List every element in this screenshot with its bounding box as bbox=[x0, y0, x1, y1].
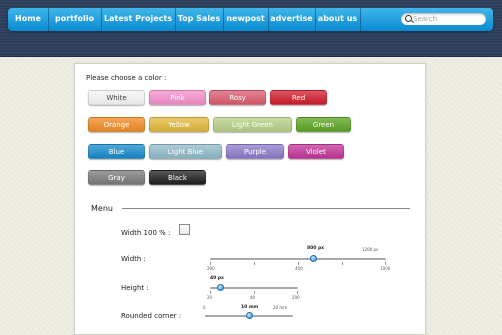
width100-label: Width 100 % : bbox=[121, 229, 171, 237]
width-tick-label: 200 bbox=[207, 266, 215, 271]
nav-about-us[interactable]: about us bbox=[315, 8, 361, 31]
height-label: Height : bbox=[121, 284, 149, 292]
width-value-text: 800 px bbox=[307, 246, 325, 251]
height-tick-label: 20 bbox=[207, 295, 213, 300]
color-button-gray[interactable]: Gray bbox=[88, 170, 145, 185]
color-button-yellow[interactable]: Yellow bbox=[149, 117, 209, 132]
color-button-green[interactable]: Green bbox=[296, 117, 351, 132]
height-slider-handle[interactable] bbox=[217, 284, 225, 291]
width-label: Width : bbox=[121, 255, 146, 263]
width-max-text: 1200 px bbox=[362, 247, 379, 252]
nav-latest-projects[interactable]: Latest Projects bbox=[101, 8, 176, 31]
width-tick-label: 1000 bbox=[380, 266, 391, 271]
corner-value-text: 10 mm bbox=[241, 305, 259, 310]
color-button-blue[interactable]: Blue bbox=[88, 144, 145, 159]
height-tickmark bbox=[254, 291, 255, 294]
color-button-purple[interactable]: Purple bbox=[226, 144, 284, 159]
color-button-orange[interactable]: Orange bbox=[88, 117, 145, 132]
nav-top-sales[interactable]: Top Sales bbox=[175, 8, 224, 31]
search-icon bbox=[405, 15, 412, 22]
color-button-light-blue[interactable]: Light Blue bbox=[149, 144, 222, 159]
color-button-violet[interactable]: Violet bbox=[288, 144, 344, 159]
menu-divider bbox=[122, 208, 410, 209]
width-tick-label: 400 bbox=[295, 266, 303, 271]
nav-advertise[interactable]: advertise bbox=[268, 8, 316, 31]
width100-checkbox[interactable] bbox=[179, 224, 190, 235]
corner-tick-label: 0 bbox=[203, 305, 206, 310]
color-button-pink[interactable]: Pink bbox=[149, 90, 206, 105]
height-tickmark bbox=[210, 291, 211, 294]
width-tickmark bbox=[342, 262, 343, 265]
nav-portfolio[interactable]: portfolio bbox=[48, 8, 102, 31]
nav-newpost[interactable]: newpost bbox=[223, 8, 269, 31]
width-tickmark bbox=[210, 262, 211, 265]
color-button-white[interactable]: White bbox=[88, 90, 145, 105]
color-button-black[interactable]: Black bbox=[149, 170, 206, 185]
corner-label: Rounded corner : bbox=[121, 312, 182, 320]
width-slider-track[interactable] bbox=[210, 258, 386, 260]
color-button-light-green[interactable]: Light Green bbox=[213, 117, 292, 132]
height-tick-label: 40 bbox=[250, 295, 256, 300]
height-value-text: 40 px bbox=[210, 276, 224, 281]
nav-home[interactable]: Home bbox=[8, 8, 49, 31]
color-prompt: Please choose a color : bbox=[86, 74, 167, 82]
height-tick-label: 200 bbox=[292, 295, 300, 300]
height-tickmark bbox=[297, 291, 298, 294]
color-button-rosy[interactable]: Rosy bbox=[209, 90, 266, 105]
width-tickmark bbox=[385, 262, 386, 265]
width-tickmark bbox=[254, 262, 255, 265]
width-tickmark bbox=[298, 262, 299, 265]
menu-section-title: Menu bbox=[91, 204, 113, 213]
search-input[interactable] bbox=[413, 13, 481, 25]
search-box[interactable] bbox=[401, 13, 486, 25]
corner-tick-label: 20 mm bbox=[273, 305, 288, 310]
color-button-red[interactable]: Red bbox=[270, 90, 327, 105]
corner-slider-handle[interactable] bbox=[245, 312, 253, 319]
